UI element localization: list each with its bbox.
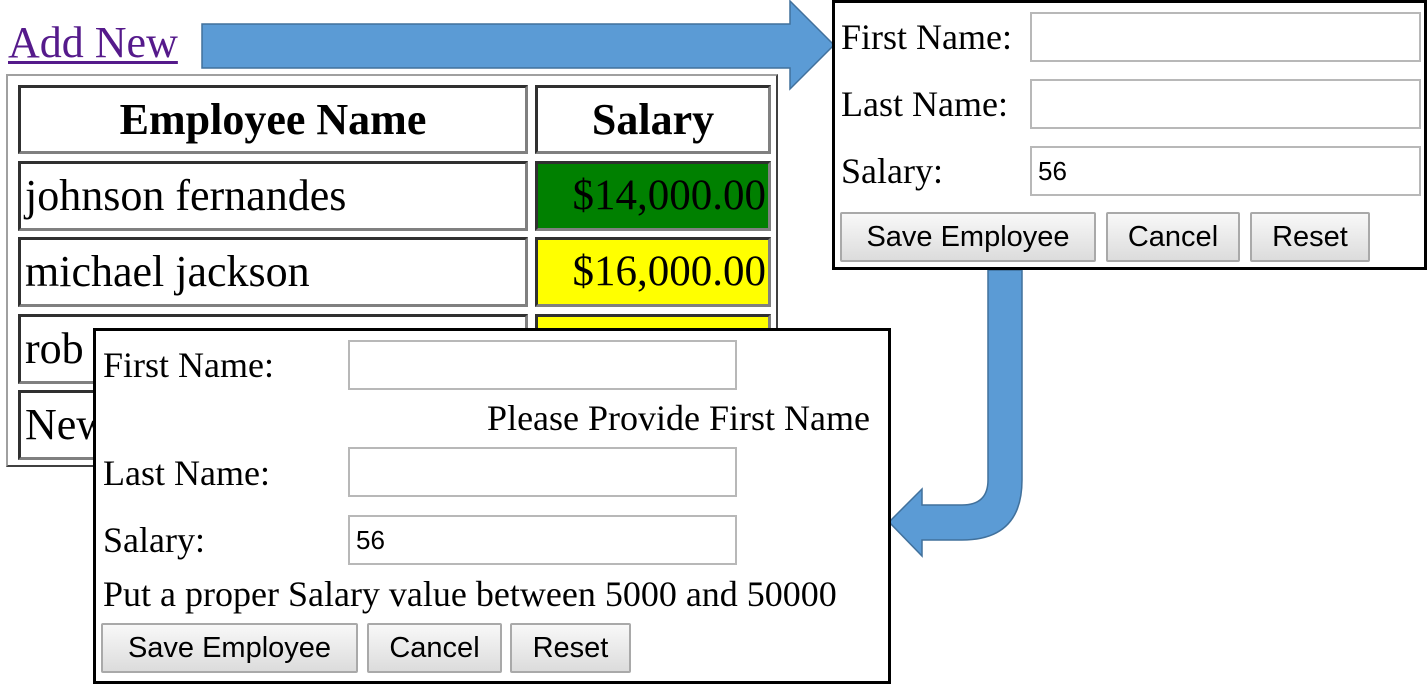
first-name-error-message: Please Provide First Name [487,398,870,438]
first-name-label: First Name: [841,17,1012,57]
table-row-salary: $16,000.00 [535,237,771,307]
table-row-salary: $14,000.00 [535,161,771,231]
last-name-label: Last Name: [103,453,270,493]
column-header-employee-name: Employee Name [18,85,528,154]
salary-input[interactable] [348,515,737,565]
add-new-link[interactable]: Add New [8,18,178,68]
add-employee-form-validation: First Name: Please Provide First Name La… [93,328,891,684]
last-name-label: Last Name: [841,84,1008,124]
last-name-input[interactable] [348,447,737,497]
curved-down-left-arrow-icon [887,269,1023,558]
first-name-input[interactable] [348,340,737,390]
column-header-salary: Salary [535,85,771,154]
cancel-button[interactable]: Cancel [1106,212,1240,262]
save-employee-button[interactable]: Save Employee [840,212,1096,262]
reset-button[interactable]: Reset [1250,212,1370,262]
salary-label: Salary: [841,151,943,191]
salary-label: Salary: [103,520,205,560]
first-name-input[interactable] [1030,12,1421,62]
save-employee-button[interactable]: Save Employee [101,623,358,673]
first-name-label: First Name: [103,345,274,385]
cancel-button[interactable]: Cancel [367,623,502,673]
table-row-name: michael jackson [18,237,528,307]
reset-button[interactable]: Reset [510,623,631,673]
add-employee-form: First Name: Last Name: Salary: Save Empl… [832,0,1427,270]
table-row-name: johnson fernandes [18,161,528,231]
salary-input[interactable] [1030,146,1421,196]
last-name-input[interactable] [1030,79,1421,129]
salary-error-message: Put a proper Salary value between 5000 a… [103,574,837,614]
